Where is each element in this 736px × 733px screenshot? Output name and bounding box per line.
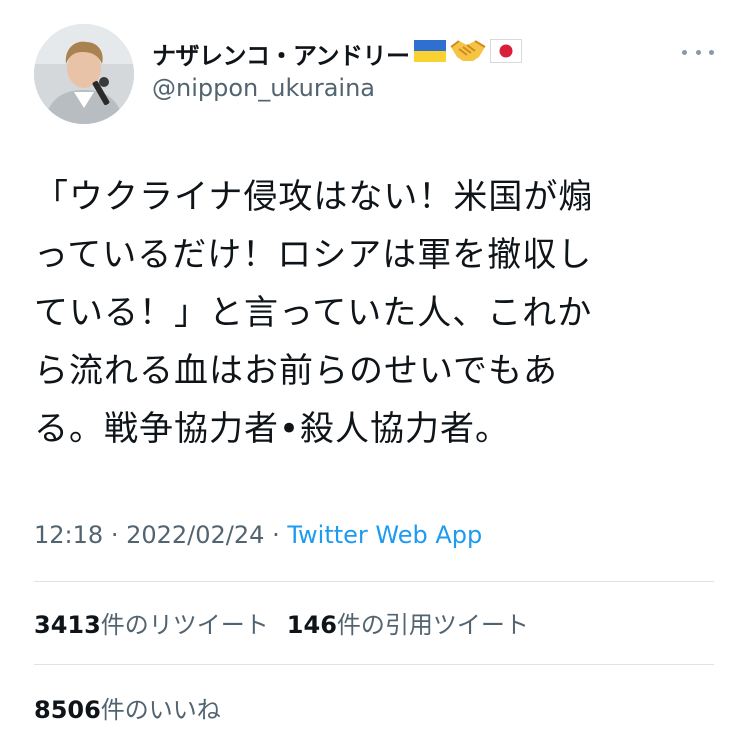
display-name[interactable]: ナザレンコ・アンドリー: [152, 36, 410, 71]
more-options-button[interactable]: [682, 42, 714, 62]
japan-flag-icon: [489, 39, 522, 67]
divider: [34, 664, 714, 665]
meta-separator: ·: [272, 521, 280, 549]
quote-label: 件の引用ツイート: [336, 611, 529, 639]
more-dot-icon: [695, 49, 701, 55]
tweet-time[interactable]: 12:18: [34, 521, 103, 549]
retweets-stat[interactable]: 3413件のリツイート: [34, 605, 269, 640]
display-name-row: ナザレンコ・アンドリー: [152, 36, 522, 70]
author-handle[interactable]: @nippon_ukuraina: [152, 74, 522, 102]
avatar-photo: [34, 24, 134, 124]
quote-tweets-stat[interactable]: 146件の引用ツイート: [287, 605, 529, 640]
tweet-metadata: 12:18 · 2022/02/24 · Twitter Web App: [34, 521, 482, 549]
tweet-text: 「ウクライナ侵攻はない！米国が煽 っているだけ！ロシアは軍を撤収し ている！」と…: [34, 177, 594, 449]
tweet-header: ナザレンコ・アンドリー @nippon_ukuraina: [34, 24, 714, 124]
divider: [34, 581, 714, 582]
meta-separator: ·: [110, 521, 119, 549]
more-dot-icon: [709, 49, 714, 55]
handshake-icon: [449, 37, 486, 69]
engagement-stats-row: 3413件のリツイート 146件の引用ツイート: [34, 605, 547, 640]
likes-stats-row: 8506件のいいね: [34, 690, 239, 725]
quote-count: 146: [286, 611, 337, 639]
retweet-count: 3413: [34, 611, 101, 639]
ukraine-flag-icon: [413, 40, 446, 66]
tweet-source-link[interactable]: Twitter Web App: [287, 521, 482, 549]
like-label: 件のいいね: [100, 696, 221, 724]
retweet-label: 件のリツイート: [100, 611, 269, 639]
author-block[interactable]: ナザレンコ・アンドリー @nippon_ukuraina: [152, 36, 522, 102]
likes-stat[interactable]: 8506件のいいね: [34, 690, 221, 725]
avatar[interactable]: [34, 24, 134, 124]
tweet-date[interactable]: 2022/02/24: [126, 521, 264, 549]
like-count: 8506: [34, 696, 101, 724]
more-dot-icon: [682, 49, 687, 55]
